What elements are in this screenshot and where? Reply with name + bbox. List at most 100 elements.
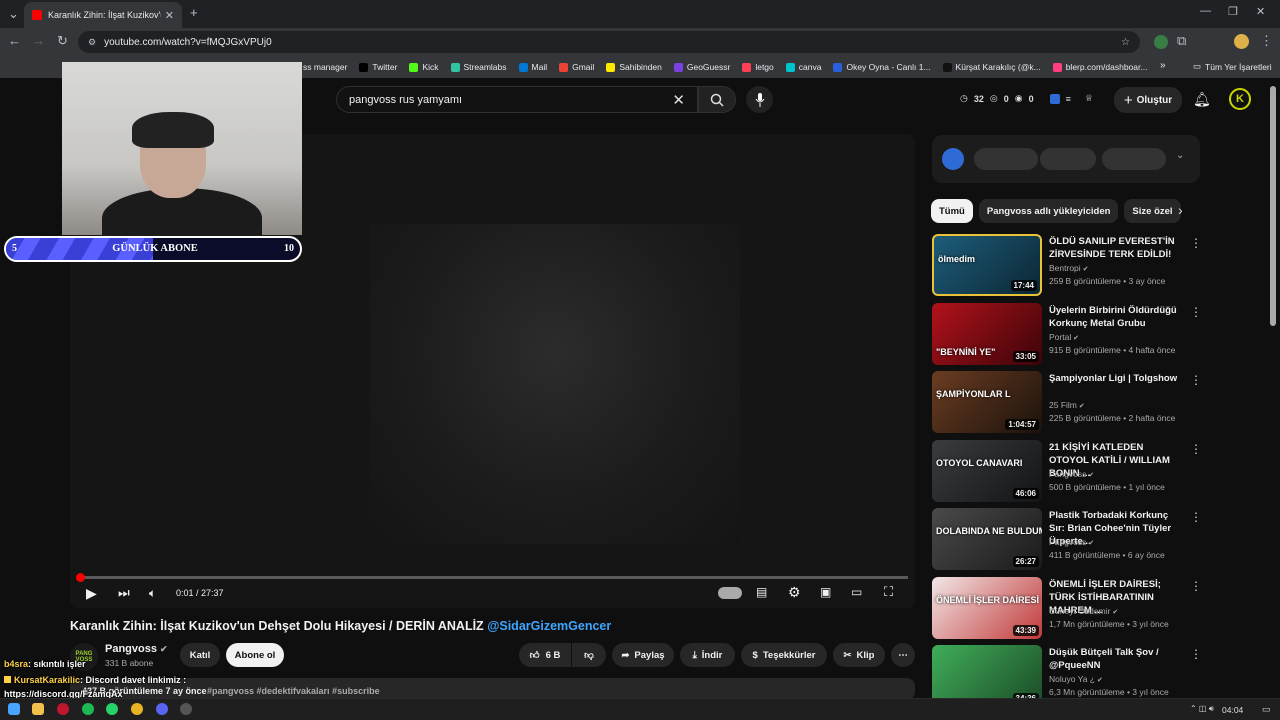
forward-icon[interactable]: → <box>32 33 45 48</box>
site-info-icon[interactable]: ⚙ <box>88 37 96 48</box>
bookmark-item[interactable]: Okey Oyna - Canlı 1... <box>833 62 931 72</box>
theater-mode-icon[interactable]: ▭ <box>851 585 862 599</box>
panel-expand-icon[interactable]: ⌄ <box>1176 150 1184 161</box>
bookmark-item[interactable]: Gmail <box>559 62 594 72</box>
share-button[interactable]: ➦ Paylaş <box>612 643 674 667</box>
progress-bar[interactable] <box>78 576 908 579</box>
video-channel[interactable]: Pangvoss ✔ <box>1049 469 1094 479</box>
all-bookmarks-button[interactable]: ▭ Tüm Yer İşaretleri <box>1193 61 1272 72</box>
bookmark-item[interactable]: Kürşat Karakılıç (@k... <box>942 62 1041 72</box>
settings-gear-icon[interactable]: ⚙ <box>788 584 801 601</box>
video-channel[interactable]: Noluyo Ya ¿ ✔ <box>1049 674 1103 684</box>
bookmark-item[interactable]: Mail <box>518 62 547 72</box>
trophy-icon[interactable]: ♕ <box>1085 93 1093 104</box>
extension-icon[interactable] <box>1154 35 1168 49</box>
autoplay-toggle[interactable] <box>718 587 742 599</box>
bookmark-item[interactable]: letgo <box>742 62 774 72</box>
windows-start-icon[interactable] <box>8 703 20 715</box>
dislike-button[interactable]: 👎︎ <box>572 643 606 667</box>
chips-next-icon[interactable]: › <box>1178 202 1183 218</box>
title-mention-link[interactable]: @SidarGizemGencer <box>487 619 611 633</box>
bookmark-item[interactable]: Sahibinden <box>606 62 662 72</box>
address-bar[interactable]: ⚙ youtube.com/watch?v=fMQJGxVPUj0 ☆ <box>78 31 1140 53</box>
fullscreen-icon[interactable]: ⛶ <box>884 584 893 600</box>
search-input[interactable]: pangvoss rus yamyamı ✕ <box>336 86 698 113</box>
page-scrollbar[interactable] <box>1270 86 1276 326</box>
tray-icons[interactable]: ⌃ ◫ 🔊︎ <box>1190 704 1214 714</box>
video-thumbnail[interactable]: ÖNEMLİ İŞLER DAİRESİ 43:39 <box>932 576 1042 639</box>
channel-name[interactable]: Pangvoss ✔ <box>105 643 168 655</box>
create-button[interactable]: + Oluştur <box>1114 87 1182 113</box>
obs-icon[interactable] <box>180 703 192 715</box>
file-explorer-icon[interactable] <box>32 703 44 715</box>
filter-chip[interactable]: Tümü <box>931 199 973 223</box>
video-channel[interactable]: Cüneyt Özdemir ✔ <box>1049 606 1118 616</box>
miniplayer-icon[interactable]: ▣ <box>820 585 831 599</box>
opera-icon[interactable] <box>57 703 69 715</box>
video-title-link[interactable]: Şampiyonlar Ligi | Tolgshow <box>1049 372 1184 385</box>
iq-extension-icon[interactable] <box>1049 93 1060 104</box>
play-button[interactable]: ▶ <box>86 585 97 602</box>
profile-avatar[interactable] <box>1234 34 1249 49</box>
subtitles-icon[interactable]: ▤ <box>756 585 767 599</box>
back-icon[interactable]: ← <box>8 33 21 48</box>
video-menu-icon[interactable]: ⋮ <box>1190 442 1202 456</box>
filter-chip[interactable]: Pangvoss adlı yükleyiciden <box>978 199 1119 223</box>
video-channel[interactable]: Portal ✔ <box>1049 332 1079 342</box>
clear-search-icon[interactable]: ✕ <box>672 91 685 109</box>
bookmark-item[interactable]: canva <box>785 62 821 72</box>
video-thumbnail[interactable]: DOLABINDA NE BULDUM ?! 26:27 <box>932 508 1042 570</box>
bookmark-item[interactable]: Twitter <box>359 62 397 72</box>
close-window-button[interactable]: ✕ <box>1256 5 1265 18</box>
video-channel[interactable]: Bentropi ✔ <box>1049 263 1088 273</box>
new-tab-button[interactable]: + <box>190 5 198 20</box>
reload-icon[interactable]: ↻ <box>57 33 68 49</box>
thanks-button[interactable]: $ Teşekkürler <box>741 643 827 667</box>
panel-pill[interactable] <box>974 148 1038 170</box>
bookmarks-overflow-button[interactable]: » <box>1160 60 1166 71</box>
minimize-button[interactable]: — <box>1200 5 1211 17</box>
video-menu-icon[interactable]: ⋮ <box>1190 579 1202 593</box>
notifications-bell-icon[interactable]: 🔔︎ <box>1193 91 1211 108</box>
video-channel[interactable]: Pangvoss ✔ <box>1049 537 1094 547</box>
extensions-puzzle-icon[interactable]: ⧉ <box>1177 33 1186 49</box>
discord-icon[interactable] <box>156 703 168 715</box>
video-menu-icon[interactable]: ⋮ <box>1190 647 1202 661</box>
chrome-menu-icon[interactable]: ⋮ <box>1260 33 1273 49</box>
tab-close-icon[interactable]: ✕ <box>165 9 174 22</box>
video-menu-icon[interactable]: ⋮ <box>1190 510 1202 524</box>
tab-search-icon[interactable]: ⌄ <box>8 6 19 22</box>
video-title-link[interactable]: Düşük Bütçeli Talk Şov / @PqueeNN <box>1049 646 1184 672</box>
video-thumbnail[interactable]: ölmedim 17:44 <box>932 234 1042 296</box>
video-menu-icon[interactable]: ⋮ <box>1190 373 1202 387</box>
search-button[interactable] <box>698 86 736 113</box>
whatsapp-icon[interactable] <box>106 703 118 715</box>
maximize-button[interactable]: ❐ <box>1228 5 1238 18</box>
next-button[interactable]: ⏭ <box>118 585 130 601</box>
bookmark-star-icon[interactable]: ☆ <box>1121 37 1130 48</box>
bookmark-item[interactable]: Kick <box>409 62 439 72</box>
bookmark-item[interactable]: Streamlabs <box>450 62 507 72</box>
description-hashtags[interactable]: #pangvoss #dedektifvakaları #subscribe <box>207 686 380 696</box>
progress-scrubber[interactable] <box>75 573 85 582</box>
browser-tab-active[interactable]: Karanlık Zihin: İlşat Kuzikov'un D ✕ <box>24 2 182 28</box>
notifications-icon[interactable]: ▭ <box>1262 704 1271 715</box>
video-title-link[interactable]: Üyelerin Birbirini Öldürdüğü Korkunç Met… <box>1049 304 1184 330</box>
list-icon[interactable]: ≡ <box>1066 94 1071 104</box>
clip-button[interactable]: ✂ Klip <box>833 643 885 667</box>
more-actions-button[interactable]: ⋯ <box>891 643 915 667</box>
spotify-icon[interactable] <box>82 703 94 715</box>
account-avatar[interactable]: K <box>1229 88 1251 110</box>
like-button[interactable]: 👍︎ 6 B <box>519 643 571 667</box>
download-button[interactable]: ⤓ İndir <box>680 643 735 667</box>
volume-icon[interactable]: 🔈︎ <box>149 586 156 601</box>
video-thumbnail[interactable]: OTOYOL CANAVARI 46:06 <box>932 439 1042 502</box>
video-thumbnail[interactable]: ŞAMPİYONLAR L 1:04:57 <box>932 371 1042 433</box>
panel-pill[interactable] <box>1102 148 1166 170</box>
panel-pill[interactable] <box>1040 148 1096 170</box>
bookmark-item[interactable]: blerp.com/dashboar... <box>1052 62 1147 72</box>
chrome-icon[interactable] <box>131 703 143 715</box>
voice-search-button[interactable] <box>746 86 773 113</box>
video-menu-icon[interactable]: ⋮ <box>1190 236 1202 250</box>
subscribe-button[interactable]: Abone ol <box>226 643 284 667</box>
